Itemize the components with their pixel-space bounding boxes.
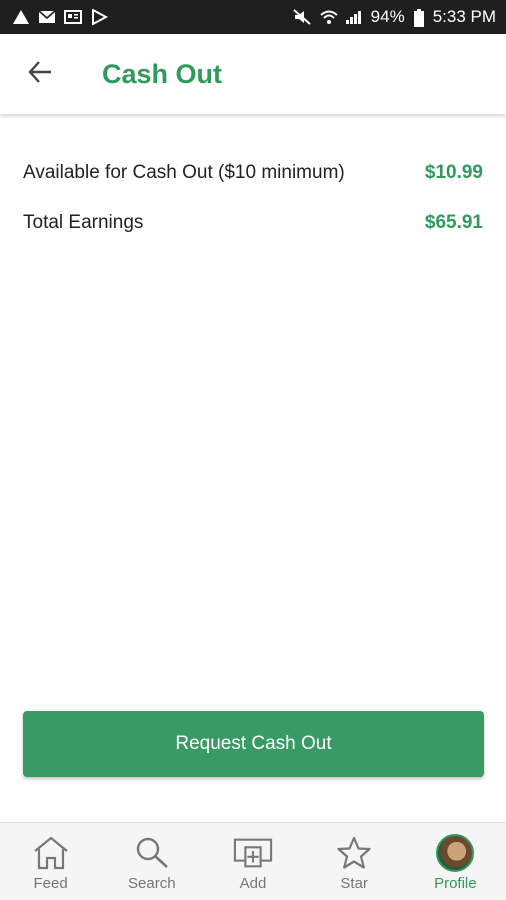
home-icon	[31, 833, 71, 873]
wifi-icon	[319, 9, 338, 25]
total-earnings-label: Total Earnings	[23, 212, 144, 233]
nav-item-feed[interactable]: Feed	[1, 823, 101, 892]
app-bar: Cash Out	[0, 34, 506, 114]
avatar	[435, 833, 475, 873]
arrow-left-icon	[27, 59, 53, 90]
play-store-icon	[90, 8, 109, 26]
battery-icon	[413, 9, 425, 27]
available-label: Available for Cash Out ($10 minimum)	[23, 162, 345, 183]
nav-item-add[interactable]: Add	[203, 823, 303, 892]
nav-item-star[interactable]: Star	[304, 823, 404, 892]
nav-item-search[interactable]: Search	[102, 823, 202, 892]
cash-out-summary: Available for Cash Out ($10 minimum) $10…	[0, 140, 506, 248]
available-amount: $10.99	[424, 162, 483, 183]
page-title: Cash Out	[102, 58, 223, 89]
nav-label-add: Add	[239, 875, 267, 892]
bottom-navigation: Feed Search Add Star Profile	[0, 822, 506, 900]
nav-label-profile: Profile	[434, 875, 477, 892]
total-earnings-row: Total Earnings $65.91	[0, 198, 506, 248]
system-status: 94% 5:33 PM	[292, 7, 496, 27]
profile-photo	[436, 834, 475, 872]
clock: 5:33 PM	[432, 7, 496, 26]
nav-item-profile[interactable]: Profile	[405, 823, 505, 892]
mute-icon	[292, 9, 311, 25]
nav-label-feed: Feed	[33, 875, 68, 892]
signal-icon	[345, 9, 363, 25]
total-earnings-amount: $65.91	[424, 212, 483, 233]
add-icon	[233, 833, 273, 873]
request-cash-out-label: Request Cash Out	[175, 733, 332, 754]
status-bar: 94% 5:33 PM	[0, 0, 506, 34]
search-icon	[132, 833, 172, 873]
mail-icon	[38, 9, 56, 25]
request-cash-out-button[interactable]: Request Cash Out	[23, 711, 484, 777]
nav-label-search: Search	[128, 875, 176, 892]
notification-icons	[12, 8, 109, 26]
battery-percent: 94%	[370, 7, 405, 26]
available-row: Available for Cash Out ($10 minimum) $10…	[0, 148, 506, 198]
news-icon	[64, 9, 82, 25]
back-button[interactable]	[0, 34, 80, 114]
star-icon	[334, 833, 374, 873]
nav-label-star: Star	[340, 875, 368, 892]
warning-icon	[12, 9, 30, 25]
